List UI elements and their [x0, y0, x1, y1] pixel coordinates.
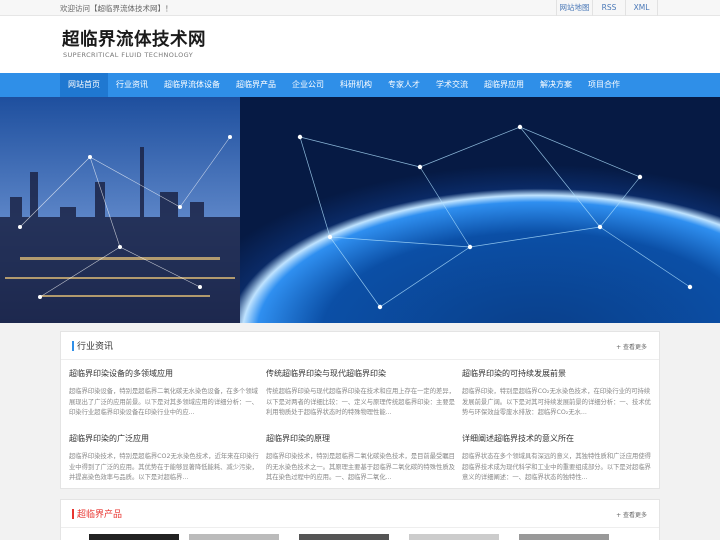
news-desc: 超临界印染技术，特别是超临界CO2无水染色技术，近年来在印染行业中得到了广泛的应… [69, 453, 259, 481]
news-desc: 超临界状态在多个领域具有深远的意义，其独特性质和广泛应用使得超临界技术成为现代科… [462, 453, 651, 481]
nav-item-cooperation[interactable]: 项目合作 [580, 73, 628, 97]
banner-image [0, 97, 720, 323]
products-section-title: 超临界产品 [77, 510, 123, 520]
top-bar: 欢迎访问【超临界流体技术网】！ 网站地图 RSS XML [0, 0, 720, 16]
xml-link[interactable]: XML [625, 0, 658, 16]
news-title[interactable]: 超临界印染的广泛应用 [69, 433, 259, 444]
welcome-text: 欢迎访问【超临界流体技术网】！ [60, 4, 173, 13]
site-logo-title[interactable]: 超临界流体技术网 [62, 26, 206, 51]
site-header: 超临界流体技术网 SUPERCRITICAL FLUID TECHNOLOGY [0, 16, 720, 73]
news-desc: 超临界印染，特别是超临界CO₂无水染色技术，在印染行业的可持续发展前景广阔。以下… [462, 388, 651, 416]
hero-banner[interactable] [0, 97, 720, 323]
nav-item-solutions[interactable]: 解决方案 [532, 73, 580, 97]
product-thumb[interactable] [519, 534, 609, 540]
list-item[interactable]: 超临界印染的原理 超临界印染技术，特别是超临界二氧化碳染色技术，是目前最受瞩目的… [266, 433, 456, 483]
nav-item-academic[interactable]: 学术交流 [428, 73, 476, 97]
nav-item-equipment[interactable]: 超临界流体设备 [156, 73, 228, 97]
section-marker [72, 341, 74, 351]
products-more-link[interactable]: + 查看更多 [616, 510, 647, 519]
product-thumb[interactable] [89, 534, 179, 540]
product-thumb[interactable] [189, 534, 279, 540]
sitemap-link[interactable]: 网站地图 [556, 0, 592, 16]
main-nav: 网站首页 行业资讯 超临界流体设备 超临界产品 企业公司 科研机构 专家人才 学… [0, 73, 720, 97]
products-panel-header: 超临界产品 + 查看更多 [61, 500, 659, 528]
news-title[interactable]: 详细阐述超临界技术的意义所在 [462, 433, 652, 444]
list-item[interactable]: 详细阐述超临界技术的意义所在 超临界状态在多个领域具有深远的意义，其独特性质和广… [462, 433, 652, 483]
news-title[interactable]: 超临界印染设备的多领域应用 [69, 368, 259, 379]
nav-item-industry-news[interactable]: 行业资讯 [108, 73, 156, 97]
list-item[interactable]: 超临界印染设备的多领域应用 超临界印染设备，特别是超临界二氧化碳无水染色设备，在… [69, 368, 259, 418]
top-links: 网站地图 RSS XML [556, 0, 658, 16]
news-more-link[interactable]: + 查看更多 [616, 342, 647, 351]
product-thumbs [61, 528, 661, 540]
news-desc: 超临界印染设备，特别是超临界二氧化碳无水染色设备，在多个领域展现出了广泛的应用前… [69, 388, 258, 416]
nav-item-home[interactable]: 网站首页 [60, 73, 108, 97]
rss-link[interactable]: RSS [592, 0, 625, 16]
industry-news-panel: 行业资讯 + 查看更多 超临界印染设备的多领域应用 超临界印染设备，特别是超临界… [60, 331, 660, 489]
products-panel: 超临界产品 + 查看更多 [60, 499, 660, 540]
news-desc: 超临界印染技术，特别是超临界二氧化碳染色技术，是目前最受瞩目的无水染色技术之一。… [266, 453, 455, 481]
nav-item-companies[interactable]: 企业公司 [284, 73, 332, 97]
site-logo-subtitle: SUPERCRITICAL FLUID TECHNOLOGY [63, 51, 194, 59]
nav-item-products[interactable]: 超临界产品 [228, 73, 284, 97]
product-thumb[interactable] [409, 534, 499, 540]
list-item[interactable]: 传统超临界印染与现代超临界印染 传统超临界印染与现代超临界印染在技术和应用上存在… [266, 368, 456, 418]
list-item[interactable]: 超临界印染的广泛应用 超临界印染技术，特别是超临界CO2无水染色技术，近年来在印… [69, 433, 259, 483]
news-title[interactable]: 传统超临界印染与现代超临界印染 [266, 368, 456, 379]
news-panel-header: 行业资讯 + 查看更多 [61, 332, 659, 360]
nav-item-experts[interactable]: 专家人才 [380, 73, 428, 97]
list-item[interactable]: 超临界印染的可持续发展前景 超临界印染，特别是超临界CO₂无水染色技术，在印染行… [462, 368, 652, 418]
news-section-title: 行业资讯 [77, 342, 114, 352]
news-title[interactable]: 超临界印染的可持续发展前景 [462, 368, 652, 379]
news-desc: 传统超临界印染与现代超临界印染在技术和应用上存在一定的差异，以下是对两者的详细比… [266, 388, 455, 416]
nav-item-applications[interactable]: 超临界应用 [476, 73, 532, 97]
news-title[interactable]: 超临界印染的原理 [266, 433, 456, 444]
product-thumb[interactable] [299, 534, 389, 540]
section-marker [72, 509, 74, 519]
nav-item-research[interactable]: 科研机构 [332, 73, 380, 97]
